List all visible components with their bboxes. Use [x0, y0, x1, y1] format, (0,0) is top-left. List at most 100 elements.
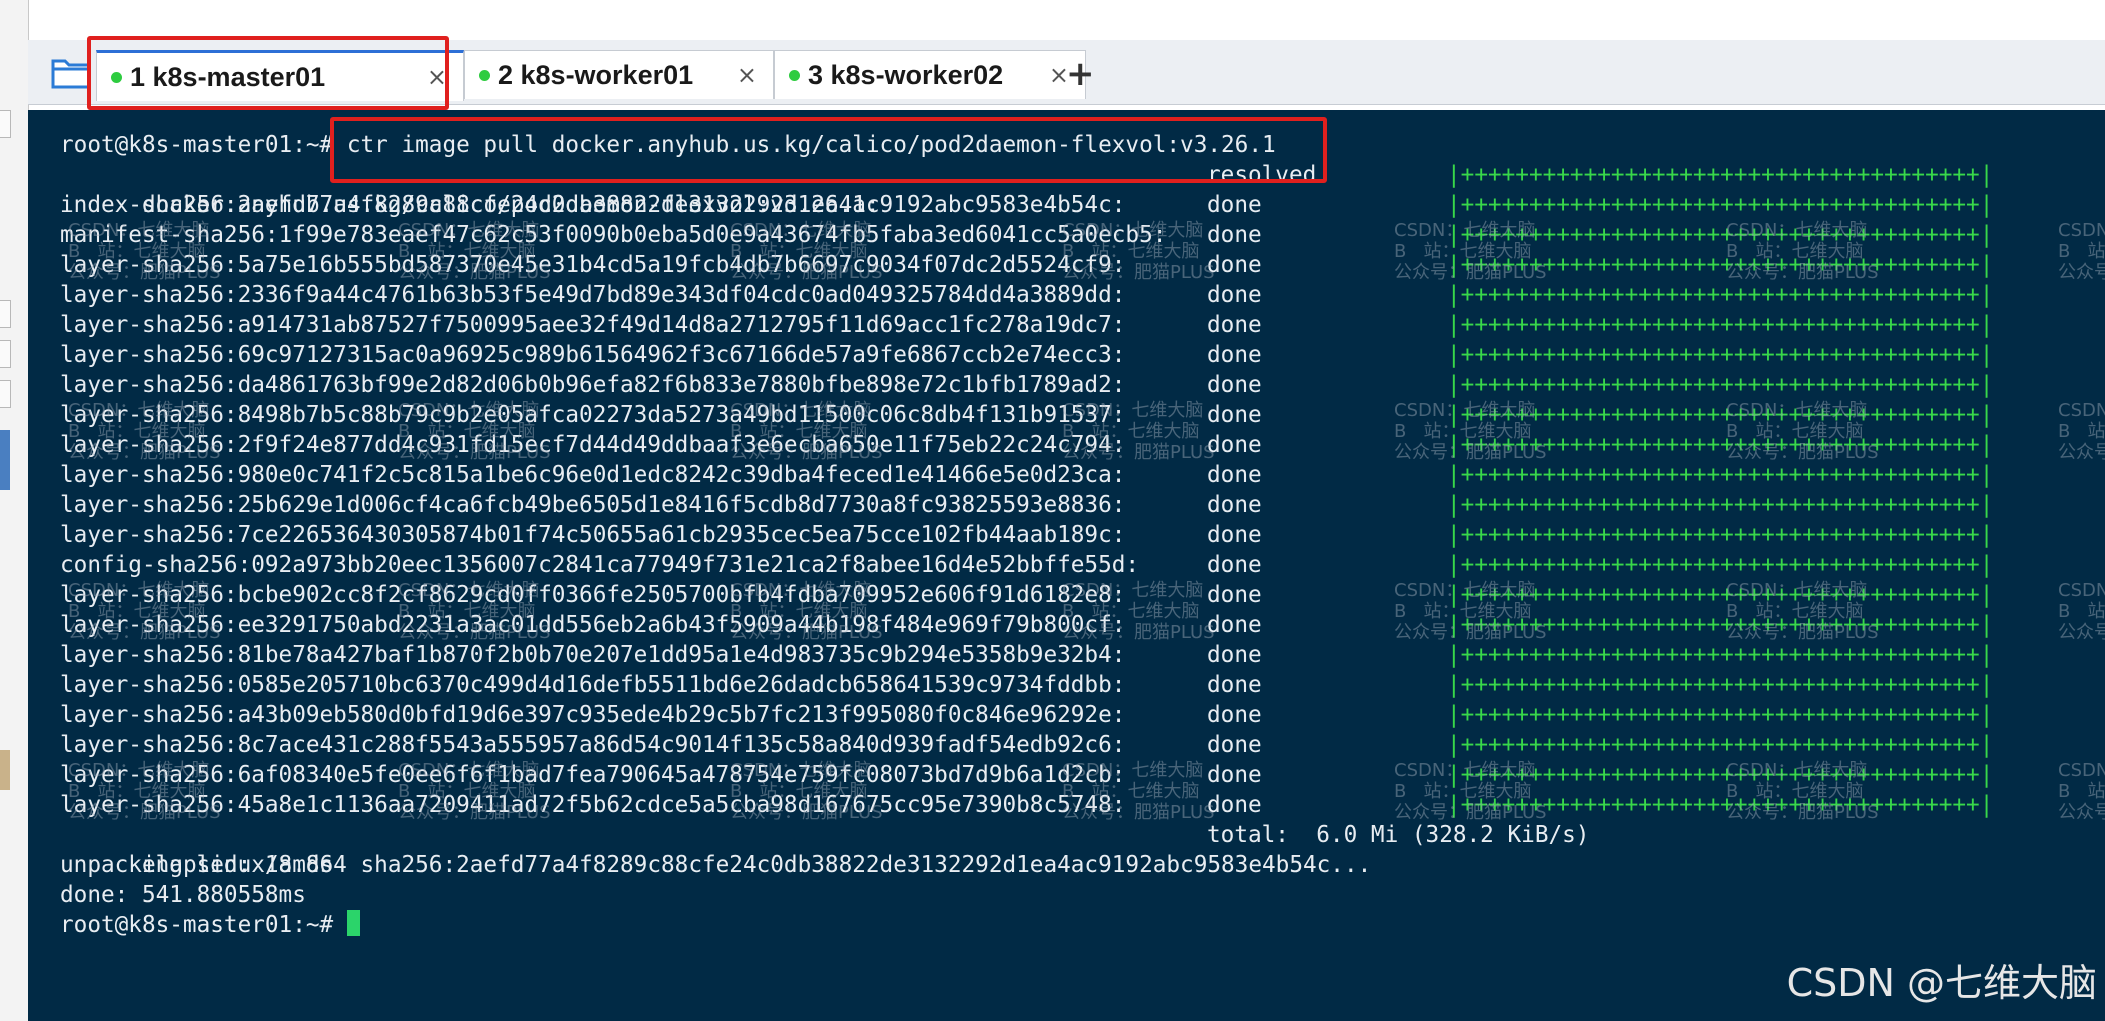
layer-digest: layer-sha256:2f9f24e877dd4c931fd15ecf7d4… — [60, 432, 1126, 458]
layer-line: layer-sha256:2336f9a44c4761b63b53f5e49d7… — [60, 280, 1993, 310]
layer-digest: layer-sha256:2336f9a44c4761b63b53f5e49d7… — [60, 282, 1126, 308]
watermark-text: CSDN：七维大脑 B 站：七维大脑 公众号：肥猫PLUS — [2058, 220, 2105, 283]
progress-bar: |++++++++++++++++++++++++++++++++++++++| — [1447, 192, 1994, 218]
status-text: done — [1207, 492, 1262, 518]
layer-line: layer-sha256:8c7ace431c288f5543a555957a8… — [60, 730, 1993, 760]
progress-bar: |++++++++++++++++++++++++++++++++++++++| — [1447, 462, 1994, 488]
folder-icon[interactable] — [50, 52, 92, 92]
progress-bar: |++++++++++++++++++++++++++++++++++++++| — [1447, 432, 1994, 458]
side-control[interactable] — [0, 110, 11, 138]
progress-bar: |++++++++++++++++++++++++++++++++++++++| — [1447, 672, 1994, 698]
layer-digest: layer-sha256:5a75e16b555bd587370e45e31b4… — [60, 252, 1126, 278]
layer-line: layer-sha256:ee3291750abd2231a3ac01dd556… — [60, 610, 1993, 640]
layer-line: index-sha256:2aefd77a4f8289c88cfe24c0db3… — [60, 190, 1993, 220]
tab-label: 2 k8s-worker01 — [498, 59, 694, 90]
side-highlight — [0, 430, 10, 490]
layer-line: layer-sha256:2f9f24e877dd4c931fd15ecf7d4… — [60, 430, 1993, 460]
watermark-text: CSDN：七维大脑 B 站：七维大脑 公众号：肥猫PLUS — [2058, 760, 2105, 823]
layer-line: layer-sha256:5a75e16b555bd587370e45e31b4… — [60, 250, 1993, 280]
layer-digest: layer-sha256:da4861763bf99e2d82d06b0b96e… — [60, 372, 1126, 398]
status-text: done — [1207, 282, 1262, 308]
side-thumbnail — [0, 750, 10, 790]
layer-line: layer-sha256:a914731ab87527f7500995aee32… — [60, 310, 1993, 340]
status-text: done — [1207, 642, 1262, 668]
connected-status-icon — [479, 69, 490, 81]
layer-line: layer-sha256:bcbe902cc8f2cf8629cd0ff0366… — [60, 580, 1993, 610]
tab-label: 3 k8s-worker02 — [808, 59, 1004, 90]
progress-bar: |++++++++++++++++++++++++++++++++++++++| — [1447, 612, 1994, 638]
status-text: done — [1207, 252, 1262, 278]
progress-bar: |++++++++++++++++++++++++++++++++++++++| — [1447, 282, 1994, 308]
layer-digest: manifest-sha256:1f99e783eaef47c62c53f009… — [60, 222, 1167, 248]
prompt-line[interactable]: root@k8s-master01:~# — [60, 910, 1371, 940]
new-tab-button[interactable]: + — [1066, 54, 1095, 94]
layer-line: layer-sha256:7ce226536430305874b01f74c50… — [60, 520, 1993, 550]
status-text: done — [1207, 672, 1262, 698]
layer-digest: layer-sha256:8c7ace431c288f5543a555957a8… — [60, 732, 1126, 758]
layer-digest: layer-sha256:6af08340e5fe0ee6f6f1bad7fea… — [60, 762, 1126, 788]
done-line: done: 541.880558ms — [60, 882, 306, 908]
layer-digest: layer-sha256:25b629e1d006cf4ca6fcb49be65… — [60, 492, 1126, 518]
close-tab-icon[interactable]: × — [737, 61, 757, 89]
progress-bar: |++++++++++++++++++++++++++++++++++++++| — [1447, 402, 1994, 428]
side-panel-edge — [0, 0, 29, 1021]
tab-k8s-worker02[interactable]: 3 k8s-worker02 × — [774, 50, 1086, 99]
side-control[interactable] — [0, 340, 11, 368]
status-text: done — [1207, 402, 1262, 428]
layer-line: layer-sha256:da4861763bf99e2d82d06b0b96e… — [60, 370, 1993, 400]
progress-bar: |++++++++++++++++++++++++++++++++++++++| — [1447, 492, 1994, 518]
watermark-text: CSDN：七维大脑 B 站：七维大脑 公众号：肥猫PLUS — [2058, 580, 2105, 643]
cursor — [346, 910, 360, 936]
layer-digest: layer-sha256:8498b7b5c88b79c9b2e05afca02… — [60, 402, 1126, 428]
status-text: done — [1207, 792, 1262, 818]
prompt-text: root@k8s-master01:~# — [60, 912, 347, 938]
layer-digest: layer-sha256:7ce226536430305874b01f74c50… — [60, 522, 1126, 548]
side-control[interactable] — [0, 380, 11, 408]
layer-digest: layer-sha256:a43b09eb580d0bfd19d6e397c93… — [60, 702, 1126, 728]
layer-line: layer-sha256:25b629e1d006cf4ca6fcb49be65… — [60, 490, 1993, 520]
connected-status-icon — [789, 69, 800, 81]
progress-bar: |++++++++++++++++++++++++++++++++++++++| — [1447, 732, 1994, 758]
progress-bar: |++++++++++++++++++++++++++++++++++++++| — [1447, 162, 1994, 188]
status-text: done — [1207, 372, 1262, 398]
elapsed-line: elapsed: 18.8s total: 6.0 Mi (328.2 KiB/s… — [60, 820, 1589, 878]
status-text: done — [1207, 582, 1262, 608]
progress-bar: |++++++++++++++++++++++++++++++++++++++| — [1447, 522, 1994, 548]
status-text: done — [1207, 462, 1262, 488]
status-text: done — [1207, 732, 1262, 758]
layer-line: layer-sha256:8498b7b5c88b79c9b2e05afca02… — [60, 400, 1993, 430]
layer-line: layer-sha256:980e0c741f2c5c815a1be6c96e0… — [60, 460, 1993, 490]
progress-bar: |++++++++++++++++++++++++++++++++++++++| — [1447, 222, 1994, 248]
tab-k8s-worker01[interactable]: 2 k8s-worker01 × — [464, 50, 774, 99]
terminal-output[interactable]: root@k8s-master01:~# ctr image pull dock… — [28, 110, 2105, 1021]
progress-bar: |++++++++++++++++++++++++++++++++++++++| — [1447, 642, 1994, 668]
progress-bar: |++++++++++++++++++++++++++++++++++++++| — [1447, 342, 1994, 368]
highlight-box-tab — [87, 36, 449, 110]
layer-line: config-sha256:092a973bb20eec1356007c2841… — [60, 550, 1993, 580]
status-text: done — [1207, 762, 1262, 788]
status-text: done — [1207, 312, 1262, 338]
progress-bar: |++++++++++++++++++++++++++++++++++++++| — [1447, 552, 1994, 578]
progress-bar: |++++++++++++++++++++++++++++++++++++++| — [1447, 372, 1994, 398]
layer-line: layer-sha256:0585e205710bc6370c499d4d16d… — [60, 670, 1993, 700]
layer-line: layer-sha256:69c97127315ac0a96925c989b61… — [60, 340, 1993, 370]
side-control[interactable] — [0, 300, 11, 328]
layer-line: manifest-sha256:1f99e783eaef47c62c53f009… — [60, 220, 1993, 250]
watermark-text: CSDN：七维大脑 B 站：七维大脑 公众号：肥猫PLUS — [2058, 400, 2105, 463]
layer-digest: layer-sha256:81be78a427baf1b870f2b0b70e2… — [60, 642, 1126, 668]
layer-digest: layer-sha256:a914731ab87527f7500995aee32… — [60, 312, 1126, 338]
layer-line: layer-sha256:6af08340e5fe0ee6f6f1bad7fea… — [60, 760, 1993, 790]
terminal-lines: root@k8s-master01:~# ctr image pull dock… — [60, 130, 1993, 940]
status-text: done — [1207, 192, 1262, 218]
unpacking-line: unpacking linux/amd64 sha256:2aefd77a4f8… — [60, 852, 1372, 878]
layer-digest: config-sha256:092a973bb20eec1356007c2841… — [60, 552, 1140, 578]
status-text: done — [1207, 552, 1262, 578]
layer-line: layer-sha256:45a8e1c1136aa7209411ad72f5b… — [60, 790, 1993, 820]
status-text: done — [1207, 522, 1262, 548]
status-text: done — [1207, 342, 1262, 368]
progress-bar: |++++++++++++++++++++++++++++++++++++++| — [1447, 312, 1994, 338]
total-text: total: 6.0 Mi (328.2 KiB/s) — [1207, 822, 1590, 848]
status-text: done — [1207, 702, 1262, 728]
layer-line: layer-sha256:81be78a427baf1b870f2b0b70e2… — [60, 640, 1993, 670]
layer-digest: layer-sha256:bcbe902cc8f2cf8629cd0ff0366… — [60, 582, 1126, 608]
